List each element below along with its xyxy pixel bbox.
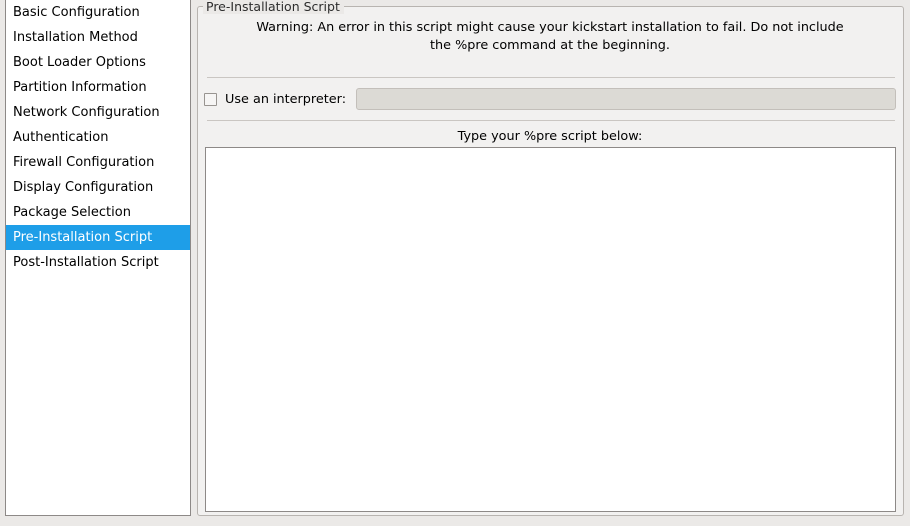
interpreter-input[interactable] [356, 88, 896, 110]
sidebar-item-label: Display Configuration [13, 180, 154, 195]
sidebar-item-label: Basic Configuration [13, 5, 140, 20]
sidebar-item-label: Post-Installation Script [13, 255, 159, 270]
use-interpreter-label: Use an interpreter: [225, 91, 347, 107]
sidebar-item-firewall-configuration[interactable]: Firewall Configuration [6, 150, 190, 175]
sidebar-item-label: Boot Loader Options [13, 55, 146, 70]
sidebar-item-network-configuration[interactable]: Network Configuration [6, 100, 190, 125]
sidebar-item-label: Firewall Configuration [13, 155, 155, 170]
section-list[interactable]: Basic Configuration Installation Method Bo… [5, 0, 191, 516]
sidebar-item-label: Installation Method [13, 30, 138, 45]
pre-script-textarea[interactable] [205, 147, 896, 512]
sidebar-item-display-configuration[interactable]: Display Configuration [6, 175, 190, 200]
sidebar-item-label: Package Selection [13, 205, 131, 220]
sidebar-item-post-installation-script[interactable]: Post-Installation Script [6, 250, 190, 275]
script-instruction-label: Type your %pre script below: [457, 129, 643, 144]
sidebar-item-label: Authentication [13, 130, 109, 145]
sidebar-item-pre-installation-script[interactable]: Pre-Installation Script [6, 225, 190, 250]
sidebar-item-boot-loader-options[interactable]: Boot Loader Options [6, 50, 190, 75]
sidebar-item-package-selection[interactable]: Package Selection [6, 200, 190, 225]
interpreter-row: Use an interpreter: [204, 87, 896, 111]
sidebar-item-label: Network Configuration [13, 105, 160, 120]
sidebar-item-label: Pre-Installation Script [13, 230, 153, 245]
sidebar-item-basic-configuration[interactable]: Basic Configuration [6, 0, 190, 25]
sidebar-item-authentication[interactable]: Authentication [6, 125, 190, 150]
use-interpreter-checkbox[interactable] [204, 92, 217, 106]
warning-message: Warning: An error in this script might c… [256, 20, 844, 53]
sidebar-item-label: Partition Information [13, 80, 147, 95]
separator-above-interpreter [207, 77, 895, 78]
sidebar-item-partition-information[interactable]: Partition Information [6, 75, 190, 100]
frame-legend: Pre-Installation Script [203, 0, 344, 14]
sidebar-item-installation-method[interactable]: Installation Method [6, 25, 190, 50]
separator-below-interpreter [207, 120, 895, 121]
